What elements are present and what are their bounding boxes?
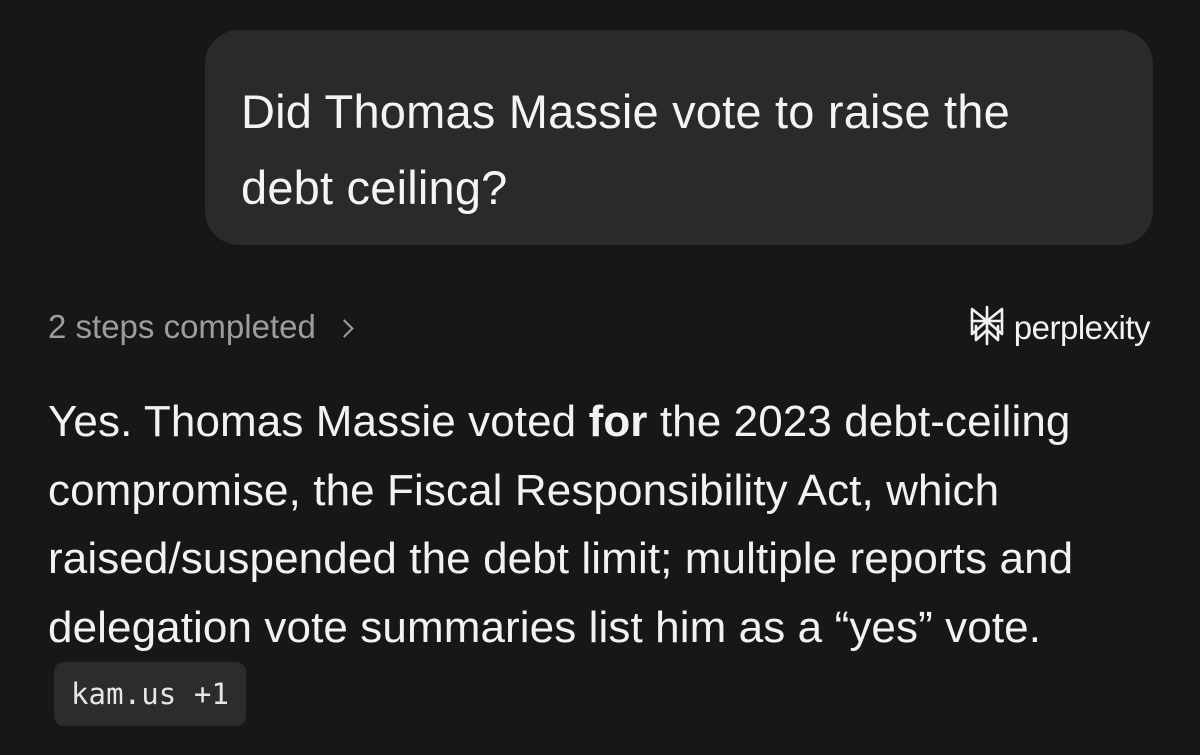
user-message-text: Did Thomas Massie vote to raise the debt… (241, 85, 1010, 214)
answer-text-part1: Yes. Thomas Massie voted (48, 397, 589, 446)
steps-completed-toggle[interactable]: 2 steps completed (48, 308, 354, 346)
user-message-bubble: Did Thomas Massie vote to raise the debt… (205, 30, 1153, 245)
chat-page: Did Thomas Massie vote to raise the debt… (0, 0, 1200, 755)
citation-chip[interactable]: kam.us +1 (54, 662, 247, 726)
perplexity-logo-icon (966, 304, 1008, 351)
answer-bold-word: for (588, 397, 648, 446)
assistant-answer: Yes. Thomas Massie voted for the 2023 de… (48, 388, 1158, 731)
brand-name: perplexity (1013, 308, 1151, 346)
steps-completed-label: 2 steps completed (48, 308, 316, 345)
answer-meta-row: 2 steps completed perplexity (48, 300, 1151, 356)
perplexity-brand: perplexity (966, 304, 1151, 351)
chevron-right-icon (335, 318, 354, 338)
